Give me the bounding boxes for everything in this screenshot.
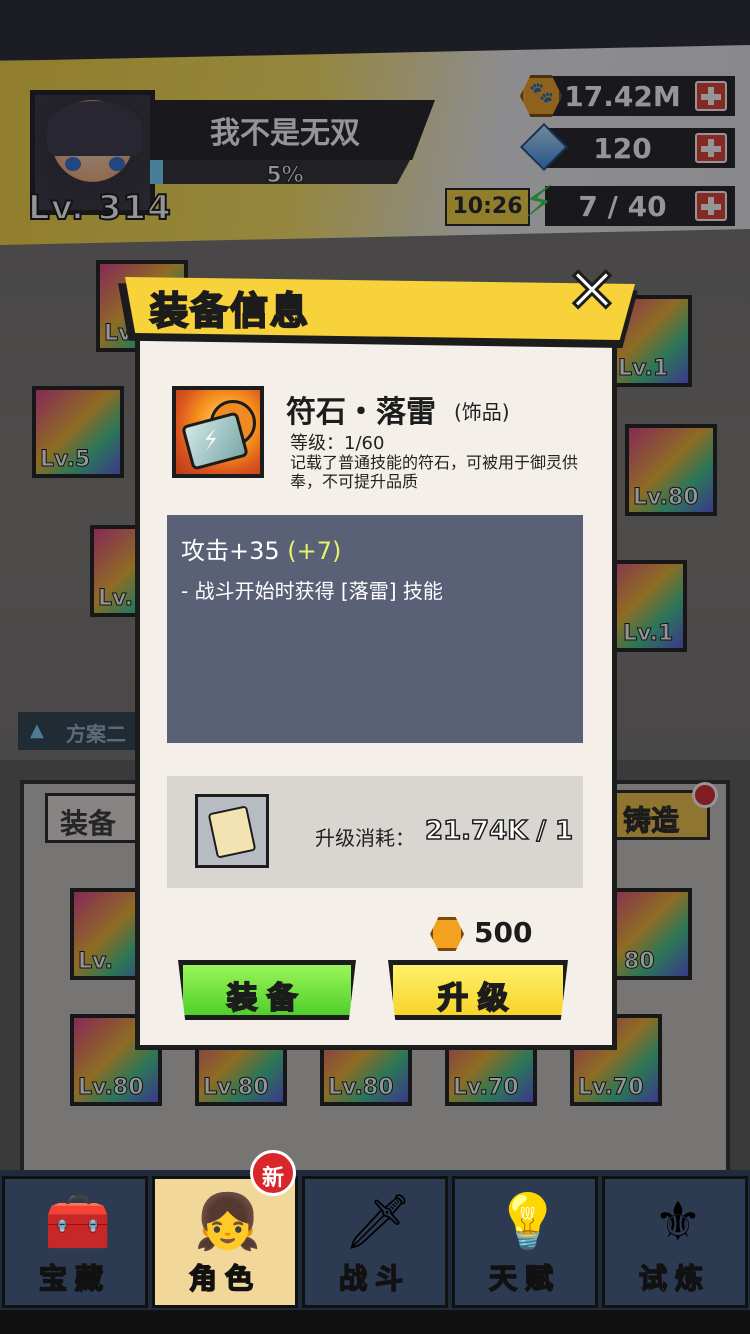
nav-talent[interactable]: 💡 天赋 bbox=[452, 1176, 598, 1308]
cost-value: 21.74K / 1 bbox=[424, 815, 574, 847]
equip-button-label: 装备 bbox=[226, 980, 307, 1017]
nav-character-label: 角色 bbox=[188, 1261, 261, 1296]
upgrade-button[interactable]: 升级 bbox=[388, 960, 568, 1020]
sword-icon: 🗡 bbox=[343, 1190, 413, 1253]
nav-character[interactable]: 👧 角色 bbox=[152, 1176, 298, 1308]
scroll-paper bbox=[207, 805, 257, 859]
nav-battle-label: 战斗 bbox=[338, 1261, 411, 1296]
stat-attack-bonus: (+7) bbox=[287, 537, 342, 565]
stat-attack: 攻击+35 (+7) bbox=[181, 531, 341, 566]
nav-bottom-strip bbox=[0, 1310, 750, 1334]
upgrade-button-label: 升级 bbox=[437, 980, 518, 1017]
upgrade-cost-panel: 升级消耗： 21.74K / 1 bbox=[167, 776, 583, 888]
character-icon: 👧 bbox=[194, 1190, 262, 1253]
nav-treasure[interactable]: 🧰 宝藏 bbox=[2, 1176, 148, 1308]
item-type: (饰品) bbox=[454, 400, 510, 424]
nav-trial-label: 试炼 bbox=[638, 1261, 711, 1296]
item-description: 记载了普通技能的符石，可被用于御灵供奉，不可提升品质 bbox=[290, 453, 579, 491]
item-level: 等级：1/60 bbox=[290, 433, 385, 454]
close-icon: ✕ bbox=[565, 253, 620, 329]
upgrade-price: 500 bbox=[474, 916, 533, 949]
close-button[interactable]: ✕ bbox=[562, 253, 622, 329]
rune-item-icon bbox=[172, 386, 264, 478]
equip-button[interactable]: 装备 bbox=[178, 960, 356, 1020]
treasure-chest-icon: 🧰 bbox=[44, 1190, 112, 1253]
trial-emblem-icon: ⚜ bbox=[653, 1190, 703, 1253]
dialog-title: 装备信息 bbox=[149, 288, 311, 334]
new-badge-label: 新 bbox=[261, 1166, 284, 1191]
stat-attack-value: 攻击+35 bbox=[181, 537, 288, 565]
item-name: 符石・落雷 bbox=[286, 395, 436, 430]
scroll-material-icon bbox=[195, 794, 269, 868]
nav-trial[interactable]: ⚜ 试炼 bbox=[602, 1176, 748, 1308]
new-badge: 新 bbox=[250, 1150, 296, 1196]
stats-panel: 攻击+35 (+7) - 战斗开始时获得 [落雷] 技能 bbox=[167, 515, 583, 743]
lightbulb-icon: 💡 bbox=[494, 1190, 562, 1253]
nav-battle[interactable]: 🗡 战斗 bbox=[302, 1176, 448, 1308]
nav-talent-label: 天赋 bbox=[488, 1261, 561, 1296]
nav-treasure-label: 宝藏 bbox=[38, 1261, 111, 1296]
stat-skill: - 战斗开始时获得 [落雷] 技能 bbox=[181, 579, 443, 603]
cost-label: 升级消耗： bbox=[315, 826, 415, 850]
rune-stone-icon bbox=[181, 411, 249, 471]
